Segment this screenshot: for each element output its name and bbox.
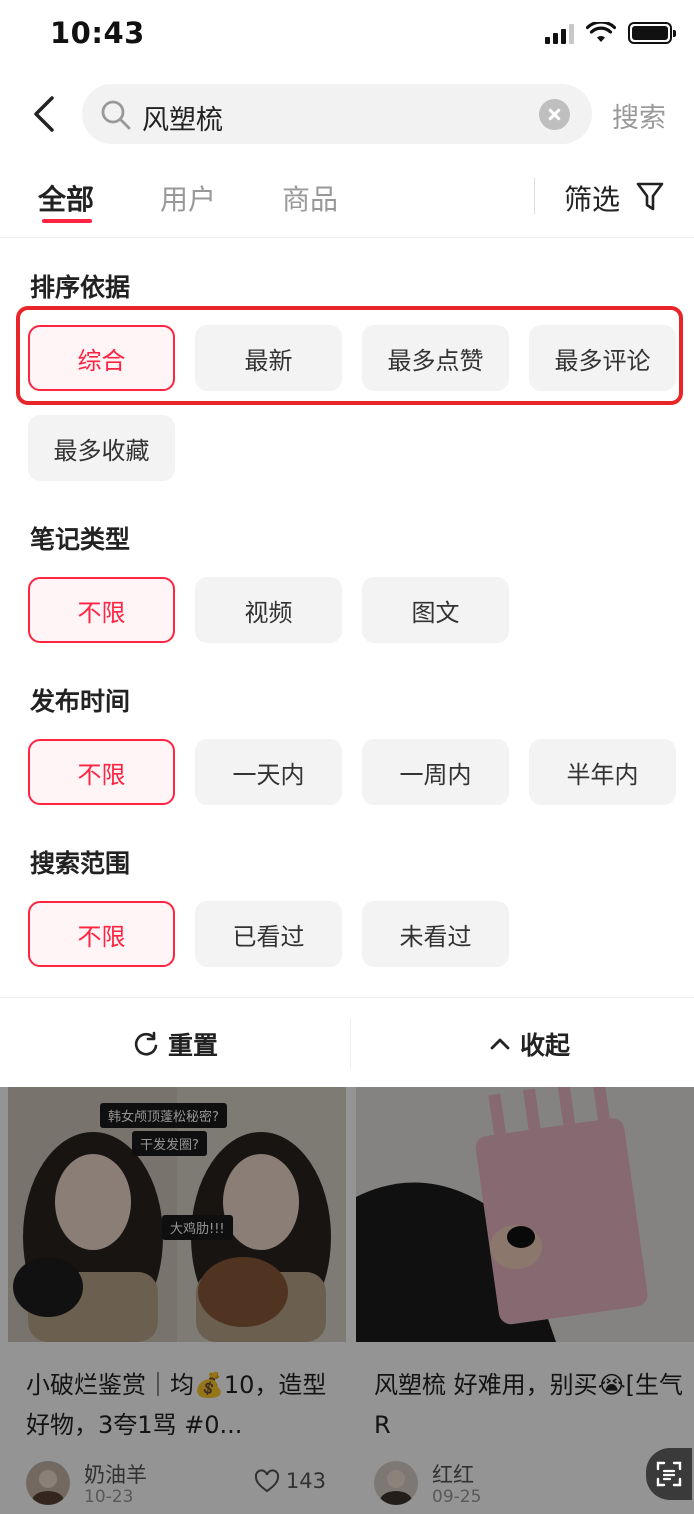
publish-time-option-one-week[interactable]: 一周内 bbox=[362, 739, 509, 805]
scan-text-icon bbox=[656, 1461, 682, 1487]
note-type-option-any[interactable]: 不限 bbox=[28, 577, 175, 643]
feed-dim-overlay[interactable] bbox=[0, 1087, 694, 1514]
action-divider bbox=[350, 1018, 351, 1068]
filter-button[interactable]: 筛选 bbox=[564, 178, 620, 218]
back-button[interactable] bbox=[26, 92, 66, 136]
cellular-signal-icon bbox=[545, 22, 574, 44]
reset-label: 重置 bbox=[168, 1031, 219, 1060]
publish-time-option-one-day[interactable]: 一天内 bbox=[195, 739, 342, 805]
note-type-section-title: 笔记类型 bbox=[30, 525, 131, 554]
search-scope-option-viewed[interactable]: 已看过 bbox=[195, 901, 342, 967]
search-results-screen: 10:43 风塑梳 搜索 全部 用户 商品 筛选 排序依据 综合 最新 最多点赞… bbox=[0, 0, 694, 1514]
reset-button[interactable]: 重置 bbox=[132, 1026, 218, 1062]
search-input[interactable]: 风塑梳 bbox=[82, 84, 592, 144]
status-bar: 10:43 bbox=[0, 0, 694, 70]
sort-option-most-comments[interactable]: 最多评论 bbox=[529, 325, 676, 391]
tab-users[interactable]: 用户 bbox=[160, 178, 216, 218]
publish-time-section-title: 发布时间 bbox=[30, 687, 131, 716]
wifi-icon bbox=[586, 22, 616, 42]
sort-option-most-saves[interactable]: 最多收藏 bbox=[28, 415, 175, 481]
search-scope-option-any[interactable]: 不限 bbox=[28, 901, 175, 967]
search-scope-option-not-viewed[interactable]: 未看过 bbox=[362, 901, 509, 967]
publish-time-option-any[interactable]: 不限 bbox=[28, 739, 175, 805]
filter-action-bar: 重置 收起 bbox=[0, 997, 694, 1087]
active-tab-indicator bbox=[42, 219, 92, 223]
scan-text-button[interactable] bbox=[646, 1448, 692, 1500]
search-header: 风塑梳 搜索 bbox=[0, 80, 694, 150]
clear-search-icon[interactable] bbox=[539, 99, 570, 130]
collapse-button[interactable]: 收起 bbox=[488, 1026, 570, 1062]
search-query: 风塑梳 bbox=[142, 105, 223, 136]
publish-time-option-half-year[interactable]: 半年内 bbox=[529, 739, 676, 805]
status-icons bbox=[545, 22, 676, 44]
reset-icon bbox=[134, 1031, 158, 1056]
chevron-up-icon bbox=[490, 1038, 510, 1050]
sort-option-comprehensive[interactable]: 综合 bbox=[28, 325, 175, 391]
battery-icon bbox=[628, 22, 676, 44]
filter-funnel-icon[interactable] bbox=[636, 181, 664, 213]
sort-option-latest[interactable]: 最新 bbox=[195, 325, 342, 391]
result-tabs: 全部 用户 商品 筛选 bbox=[0, 168, 694, 238]
tab-products[interactable]: 商品 bbox=[282, 178, 338, 218]
note-type-option-image-text[interactable]: 图文 bbox=[362, 577, 509, 643]
search-icon bbox=[101, 100, 131, 130]
sort-option-most-likes[interactable]: 最多点赞 bbox=[362, 325, 509, 391]
search-submit-button[interactable]: 搜索 bbox=[612, 96, 666, 135]
search-scope-section-title: 搜索范围 bbox=[30, 849, 131, 878]
note-type-option-video[interactable]: 视频 bbox=[195, 577, 342, 643]
sort-section-title: 排序依据 bbox=[30, 273, 131, 302]
tab-all[interactable]: 全部 bbox=[38, 178, 94, 218]
status-time: 10:43 bbox=[50, 16, 145, 50]
tabs-divider bbox=[534, 178, 535, 214]
collapse-label: 收起 bbox=[520, 1031, 571, 1060]
